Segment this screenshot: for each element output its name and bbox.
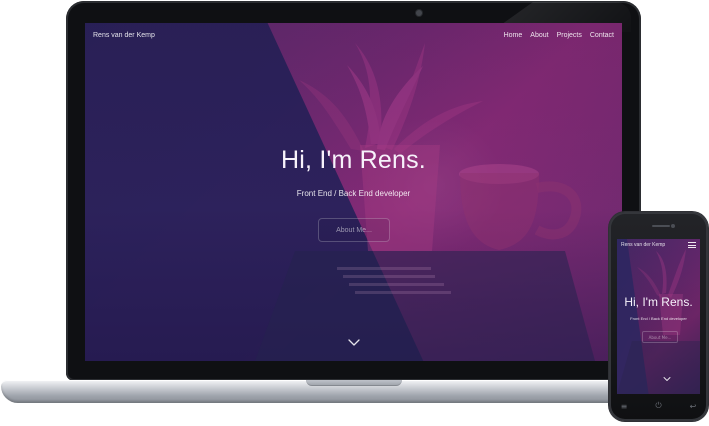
phone-hardware-controls: ≡ ⏻ ↩ [617,398,700,414]
phone-chevron-down-icon[interactable] [663,375,671,383]
phone-hero-subtitle: Front End / Back End developer [630,316,687,321]
power-icon[interactable]: ⏻ [652,401,666,411]
laptop-camera [416,10,422,16]
hamburger-menu-icon[interactable] [688,242,696,248]
nav-home-link[interactable]: Home [504,32,523,39]
nav-contact-link[interactable]: Contact [590,32,614,39]
hero-section: Hi, I'm Rens. Front End / Back End devel… [85,146,622,199]
phone-about-me-button[interactable]: About Me... [642,331,678,343]
phone-screen: Rens van der Kemp Hi, I'm Rens. Front En… [617,239,700,394]
laptop-screen: Rens van der Kemp Home About Projects Co… [85,23,622,361]
nav-projects-link[interactable]: Projects [557,32,582,39]
site-brand[interactable]: Rens van der Kemp [93,32,155,39]
hero-subtitle: Front End / Back End developer [296,189,411,198]
top-navigation: Rens van der Kemp Home About Projects Co… [85,23,622,47]
recent-apps-icon[interactable]: ≡ [617,402,631,411]
nav-links: Home About Projects Contact [504,32,614,39]
phone-hero-section: Hi, I'm Rens. Front End / Back End devel… [617,296,700,321]
hero-title: Hi, I'm Rens. [281,146,426,174]
device-mockup-stage: Rens van der Kemp Home About Projects Co… [0,0,709,426]
phone-site-brand[interactable]: Rens van der Kemp [621,242,665,248]
phone-hero-title: Hi, I'm Rens. [624,295,693,309]
phone-device: Rens van der Kemp Hi, I'm Rens. Front En… [609,212,708,421]
about-me-button[interactable]: About Me... [318,218,390,242]
phone-speaker [652,225,670,227]
laptop-notch [306,380,402,386]
phone-camera [671,224,675,228]
phone-navigation: Rens van der Kemp [617,239,700,251]
chevron-down-icon[interactable] [348,336,360,348]
back-icon[interactable]: ↩ [686,402,700,411]
nav-about-link[interactable]: About [530,32,548,39]
